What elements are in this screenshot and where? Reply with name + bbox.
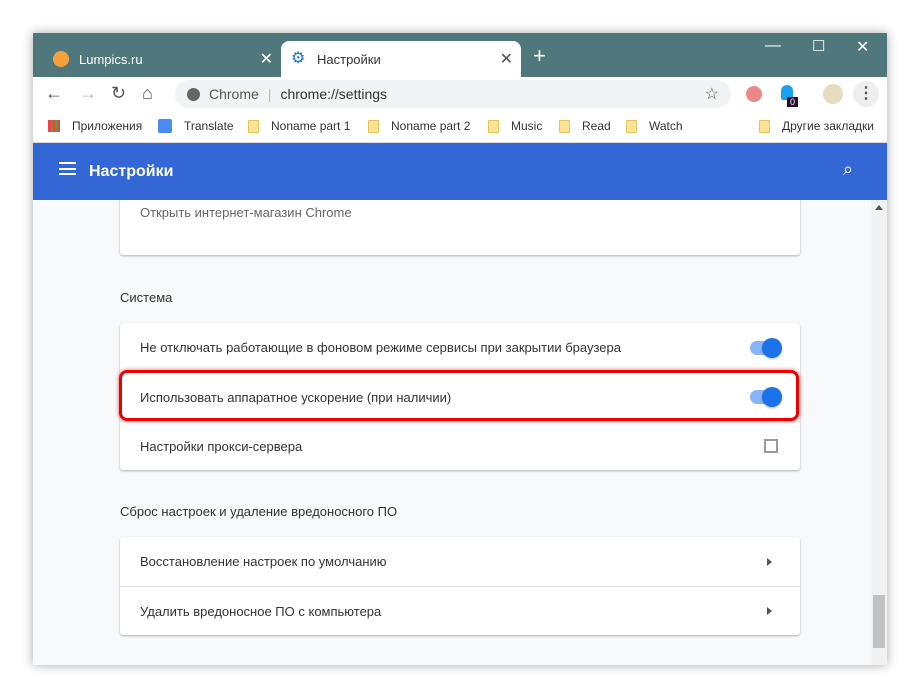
minimize-button[interactable]: — — [765, 37, 781, 55]
bookmark-label: Watch — [649, 119, 683, 133]
proxy-settings-row[interactable]: Настройки прокси-сервера — [120, 421, 800, 470]
bookmark-apps[interactable]: Приложения — [48, 119, 142, 133]
home-button[interactable]: ⌂ — [142, 83, 153, 104]
highlight-frame — [119, 370, 799, 421]
apps-icon — [48, 120, 60, 132]
scrollbar[interactable] — [871, 200, 887, 665]
profile-avatar[interactable] — [823, 84, 843, 104]
close-window-button[interactable]: ✕ — [856, 37, 869, 57]
maximize-button[interactable]: ☐ — [812, 37, 825, 55]
folder-icon — [368, 119, 379, 133]
address-bar[interactable]: Chrome | chrome://settings ☆ — [175, 80, 731, 108]
back-button[interactable]: ← — [45, 83, 63, 104]
tab-settings[interactable]: ⚙ Настройки ✕ — [281, 41, 521, 77]
bookmark-label: Read — [582, 119, 611, 133]
reload-button[interactable]: ↻ — [111, 83, 126, 104]
close-tab-icon[interactable]: ✕ — [500, 49, 513, 69]
tab-bar: Lumpics.ru ✕ ⚙ Настройки ✕ + — ☐ ✕ — [33, 33, 887, 77]
folder-icon — [759, 119, 770, 133]
folder-icon — [559, 119, 570, 133]
hamburger-menu-icon[interactable] — [59, 162, 76, 175]
row-label: Не отключать работающие в фоновом режиме… — [140, 340, 621, 355]
section-title-reset: Сброс настроек и удаление вредоносного П… — [120, 504, 398, 519]
open-web-store-row[interactable]: Открыть интернет-магазин Chrome — [120, 200, 372, 237]
bookmarks-bar: Приложения Translate Noname part 1 Nonam… — [33, 111, 887, 143]
bookmark-translate[interactable]: Translate — [158, 119, 234, 133]
cleanup-computer-row[interactable]: Удалить вредоносное ПО с компьютера — [120, 586, 800, 635]
tab-lumpics[interactable]: Lumpics.ru ✕ — [43, 41, 281, 77]
bookmark-label: Другие закладки — [782, 119, 874, 133]
extension-icon[interactable] — [746, 86, 762, 102]
bookmark-label: Noname part 1 — [271, 119, 351, 133]
background-apps-toggle[interactable] — [750, 337, 782, 358]
search-icon[interactable]: ⌕ — [843, 159, 853, 180]
settings-content: Открыть интернет-магазин Chrome Система … — [33, 200, 871, 665]
page-title: Настройки — [89, 163, 174, 180]
divider: | — [267, 86, 272, 102]
site-label: Chrome — [209, 86, 259, 102]
chevron-right-icon — [767, 557, 772, 566]
chevron-right-icon — [767, 607, 772, 615]
settings-header: Настройки ⌕ — [33, 143, 887, 200]
folder-icon — [626, 119, 637, 133]
row-label: Открыть интернет-магазин Chrome — [140, 205, 352, 220]
tab-title: Lumpics.ru — [79, 51, 143, 67]
bookmark-star-icon[interactable]: ☆ — [705, 84, 719, 104]
bookmark-label: Noname part 2 — [391, 119, 471, 133]
section-title-system: Система — [120, 290, 173, 305]
bookmark-label: Приложения — [72, 119, 143, 133]
bookmark-folder[interactable]: Watch — [626, 119, 683, 133]
background-apps-row[interactable]: Не отключать работающие в фоновом режиме… — [120, 323, 800, 372]
menu-icon[interactable]: ⋮ — [853, 81, 879, 107]
orange-icon — [53, 51, 69, 67]
scroll-up-arrow[interactable] — [875, 205, 883, 210]
new-tab-button[interactable]: + — [533, 43, 546, 69]
reset-card: Восстановление настроек по умолчанию Уда… — [120, 537, 800, 635]
url-text: chrome://settings — [280, 86, 388, 102]
forward-button[interactable]: → — [79, 83, 97, 104]
folder-icon — [248, 119, 259, 133]
toolbar: ← → ↻ ⌂ Chrome | chrome://settings ☆ 0 ⋮ — [33, 77, 887, 111]
extension-badge: 0 — [787, 97, 799, 107]
row-label: Удалить вредоносное ПО с компьютера — [140, 603, 382, 619]
restore-defaults-row[interactable]: Восстановление настроек по умолчанию — [120, 537, 800, 586]
browser-window: Lumpics.ru ✕ ⚙ Настройки ✕ + — ☐ ✕ ← → ↻… — [33, 33, 887, 665]
gear-icon: ⚙ — [291, 50, 306, 67]
bookmark-label: Music — [511, 119, 543, 133]
bookmark-label: Translate — [184, 119, 234, 133]
scrollbar-thumb[interactable] — [873, 595, 885, 648]
extensions-card: Открыть интернет-магазин Chrome — [120, 200, 800, 255]
row-label: Настройки прокси-сервера — [140, 438, 303, 454]
other-bookmarks[interactable]: Другие закладки — [759, 119, 874, 133]
bookmark-folder[interactable]: Read — [559, 119, 611, 133]
row-label: Восстановление настроек по умолчанию — [140, 554, 387, 569]
bookmark-folder[interactable]: Noname part 1 — [248, 119, 350, 133]
open-in-new-icon[interactable] — [764, 439, 778, 453]
close-tab-icon[interactable]: ✕ — [260, 49, 273, 69]
chrome-icon — [187, 87, 200, 101]
bookmark-folder[interactable]: Music — [488, 119, 542, 133]
bookmark-folder[interactable]: Noname part 2 — [368, 119, 470, 133]
tab-title: Настройки — [317, 51, 381, 67]
translate-icon — [158, 119, 172, 133]
folder-icon — [488, 119, 499, 133]
